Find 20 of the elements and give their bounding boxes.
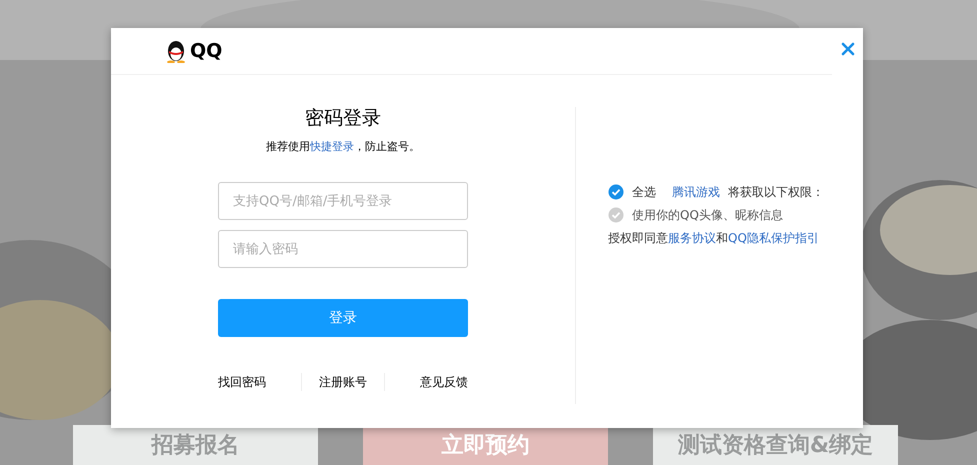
account-field[interactable]: 支持QQ号/邮箱/手机号登录 [218,182,468,220]
login-button[interactable]: 登录 [218,299,468,337]
penguin-logo-icon [165,39,187,63]
checkbox[interactable] [608,184,624,200]
agreement-text: 授权即同意服务协议和QQ隐私保护指引 [608,230,820,247]
service-agreement-link[interactable]: 服务协议 [668,231,716,245]
app-link[interactable]: 腾讯游戏 [672,183,720,201]
password-field[interactable]: 请输入密码 [218,230,468,268]
footer-link[interactable]: 找回密码 [218,373,301,391]
permission-label: 使用你的QQ头像、昵称信息 [632,207,783,224]
privacy-policy-link[interactable]: QQ隐私保护指引 [728,231,819,245]
footer-link[interactable]: 注册账号 [300,373,384,391]
footer-link[interactable]: 意见反馈 [384,373,468,391]
close-icon[interactable] [841,42,855,56]
quick-login-link[interactable]: 快捷登录 [310,140,354,152]
logo-text: QQ [190,38,222,64]
select-all-label: 全选 [632,184,656,201]
dialog-title: 密码登录 [305,106,381,131]
permission-heading: 将获取以下权限： [728,184,824,201]
hint-text: 推荐使用快捷登录，防止盗号。 [266,138,420,154]
